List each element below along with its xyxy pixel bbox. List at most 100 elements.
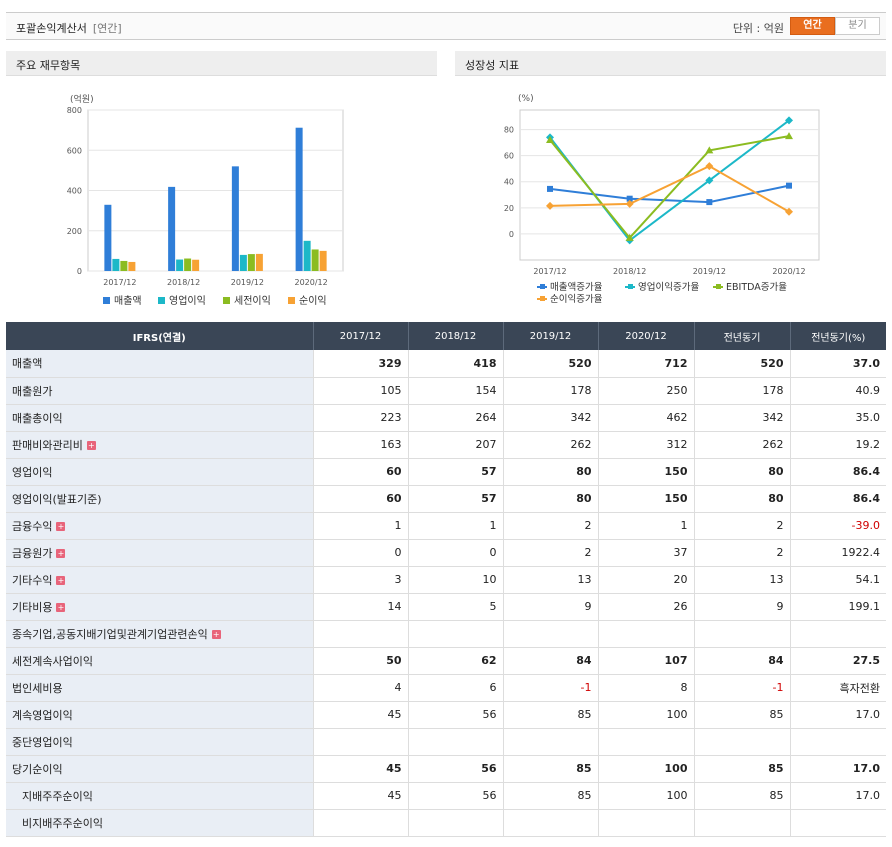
row-label: 매출액 — [6, 350, 313, 378]
row-label[interactable]: 기타비용 + — [6, 593, 313, 621]
legend-swatch — [158, 297, 165, 304]
table-cell — [789, 809, 886, 837]
x-tick-label: 2018/12 — [167, 278, 200, 287]
table-cell: 84 — [693, 647, 790, 675]
bar-순이익 — [192, 259, 200, 271]
col-header-ifrs: IFRS(연결) — [6, 322, 313, 350]
table-cell: 100 — [597, 755, 694, 783]
row-label[interactable]: 금융수익 + — [6, 512, 313, 540]
table-cell: 56 — [407, 782, 503, 810]
table-cell: 207 — [407, 431, 503, 459]
legend-label: 순이익 — [299, 295, 327, 307]
table-cell: 56 — [407, 701, 503, 729]
bar-매출액 — [295, 127, 303, 272]
table-cell: 60 — [312, 458, 408, 486]
table-cell — [502, 728, 598, 756]
expand-plus-icon[interactable]: + — [56, 549, 66, 558]
y-tick-label: 400 — [67, 187, 82, 196]
row-label[interactable]: 판매비와관리비 + — [6, 431, 313, 459]
legend-label: 매출액 — [114, 295, 142, 307]
table-cell: 45 — [312, 755, 408, 783]
unit-label: 단위 : 억원 — [732, 22, 784, 35]
table-cell: 150 — [597, 458, 694, 486]
table-row: 금융수익 +1 1 2 1 2 -39.0 — [6, 512, 886, 540]
table-cell: 35.0 — [789, 404, 886, 432]
expand-plus-icon[interactable]: + — [211, 630, 221, 639]
row-label: 매출원가 — [6, 377, 313, 405]
tab-quarterly[interactable]: 분기 — [835, 17, 880, 35]
growth-panel-title: 성장성 지표 — [455, 51, 886, 76]
table-cell: 14 — [312, 593, 408, 621]
legend-swatch — [288, 297, 295, 304]
table-cell: 9 — [693, 593, 790, 621]
table-cell: 5 — [407, 593, 503, 621]
table-cell — [789, 620, 886, 648]
table-cell — [407, 809, 503, 837]
table-cell: 85 — [502, 755, 598, 783]
table-cell — [407, 728, 503, 756]
table-cell: 1 — [312, 512, 408, 540]
row-label[interactable]: 기타수익 + — [6, 566, 313, 594]
expand-plus-icon[interactable]: + — [56, 522, 66, 531]
legend-marker — [540, 296, 545, 301]
table-cell: 62 — [407, 647, 503, 675]
expand-plus-icon[interactable]: + — [86, 441, 96, 450]
expand-plus-icon[interactable]: + — [56, 603, 66, 612]
y-tick-label: 40 — [504, 178, 514, 187]
row-label-text: 매출총이익 — [12, 411, 63, 425]
tab-annual[interactable]: 연간 — [790, 17, 835, 35]
financial-items-panel-title: 주요 재무항목 — [6, 51, 437, 76]
table-row: 세전계속사업이익 50 62 84 107 84 27.5 — [6, 647, 886, 675]
table-cell: 1 — [597, 512, 694, 540]
table-row: 종속기업,공동지배기업및관계기업관련손익 + — [6, 620, 886, 648]
table-cell: 199.1 — [789, 593, 886, 621]
bar-순이익 — [128, 261, 136, 271]
table-cell: 262 — [693, 431, 790, 459]
col-header-yoy-pct: 전년동기(%) — [789, 322, 886, 350]
expand-plus-icon[interactable]: + — [56, 576, 66, 585]
legend-marker — [716, 284, 721, 289]
row-label: 지배주주순이익 — [6, 782, 313, 810]
row-label-text: 매출원가 — [12, 384, 53, 398]
table-cell — [597, 620, 694, 648]
x-tick-label: 2019/12 — [693, 267, 726, 276]
table-cell: 712 — [597, 350, 694, 378]
bar-세전이익 — [247, 254, 255, 271]
table-cell — [597, 809, 694, 837]
row-label[interactable]: 금융원가 + — [6, 539, 313, 567]
table-cell: 105 — [312, 377, 408, 405]
table-cell: 17.0 — [789, 701, 886, 729]
bar-영업이익 — [112, 258, 120, 271]
page-title: 포괄손익계산서 [연간] — [16, 22, 122, 35]
table-cell: 80 — [693, 485, 790, 513]
row-label-text: 영업이익 — [12, 465, 53, 479]
table-cell: 흑자전환 — [789, 674, 886, 702]
table-cell: 80 — [502, 458, 598, 486]
table-header-row: IFRS(연결) 2017/12 2018/12 2019/12 2020/12… — [6, 322, 886, 350]
table-cell — [312, 728, 408, 756]
table-cell: 86.4 — [789, 458, 886, 486]
table-cell — [693, 728, 790, 756]
y-tick-label: 60 — [504, 152, 514, 161]
table-cell: 13 — [693, 566, 790, 594]
growth-line-chart: 0 20 40 60 80 (%) 2017/12 2018/12 2019/12 2020/12… — [504, 94, 820, 305]
table-cell: 4 — [312, 674, 408, 702]
table-row: 법인세비용 4 6 -1 8 -1 흑자전환 — [6, 674, 886, 702]
table-cell: 13 — [502, 566, 598, 594]
table-cell: 342 — [502, 404, 598, 432]
table-cell: 250 — [597, 377, 694, 405]
table-row: 금융원가 +0 0 2 37 2 1922.4 — [6, 539, 886, 567]
table-cell — [693, 809, 790, 837]
table-cell: 56 — [407, 755, 503, 783]
row-label[interactable]: 종속기업,공동지배기업및관계기업관련손익 + — [6, 620, 313, 648]
row-label-text: 계속영업이익 — [12, 708, 73, 722]
bar-순이익 — [255, 253, 263, 271]
table-cell: 80 — [502, 485, 598, 513]
y-axis-label: (%) — [518, 94, 534, 104]
period-tabs: 연간 분기 — [790, 17, 880, 35]
table-cell: 45 — [312, 782, 408, 810]
row-label-text: 법인세비용 — [12, 681, 63, 695]
row-label: 영업이익(발표기준) — [6, 485, 313, 513]
table-cell: -1 — [693, 674, 790, 702]
row-label-text: 비지배주주순이익 — [22, 816, 103, 830]
